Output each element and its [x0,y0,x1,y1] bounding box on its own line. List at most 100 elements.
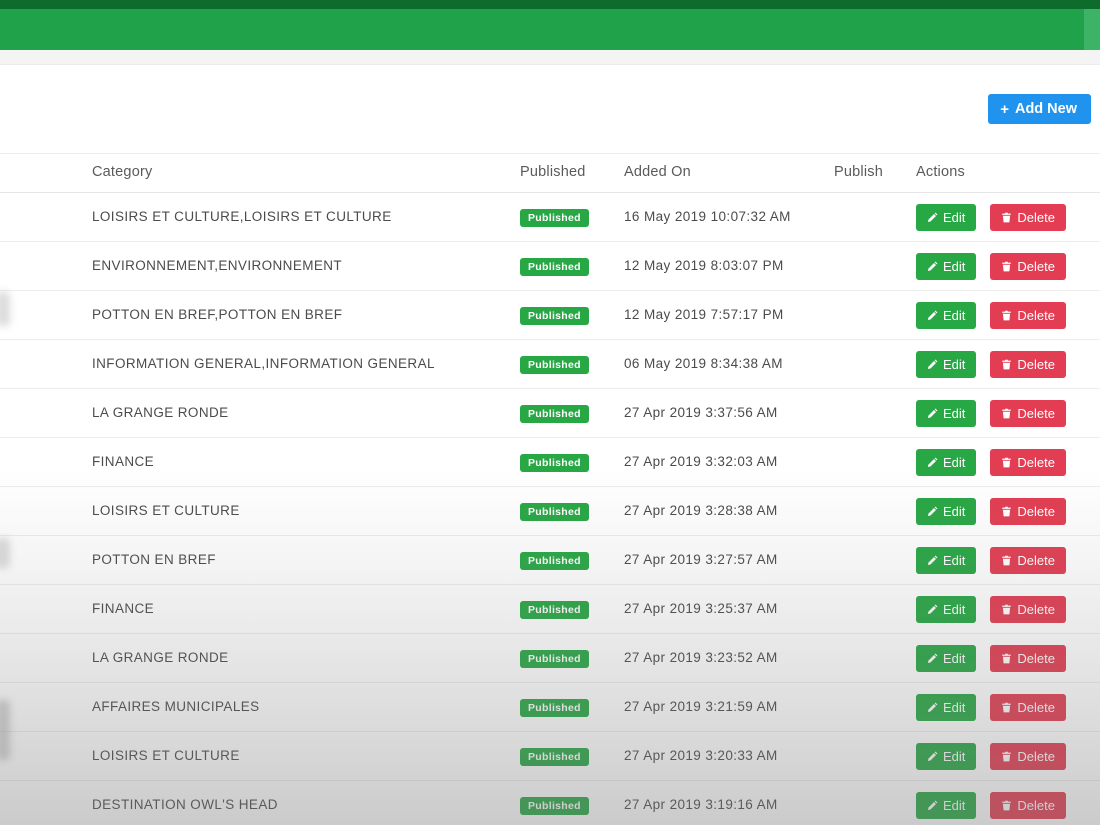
edit-icon [927,457,938,468]
header-published: Published [520,153,624,193]
table-row: INFORMATION GENERAL,INFORMATION GENERAL … [0,339,1100,389]
table-row: AFFAIRES MUNICIPALES Published 27 Apr 20… [0,682,1100,732]
edit-button[interactable]: Edit [916,546,977,574]
edit-icon [927,751,938,762]
table-row: LOISIRS ET CULTURE Published 27 Apr 2019… [0,731,1100,781]
edit-button[interactable]: Edit [916,497,977,525]
edit-icon [927,261,938,272]
delete-label: Delete [1017,454,1055,470]
actions-cell: Edit Delete [916,780,1100,825]
trash-icon [1001,310,1012,321]
actions-cell: Edit Delete [916,241,1100,291]
add-new-button[interactable]: + Add New [988,94,1091,124]
edit-button[interactable]: Edit [916,203,977,231]
delete-button[interactable]: Delete [990,497,1066,525]
edit-icon [927,653,938,664]
publish-cell [834,682,916,732]
delete-label: Delete [1017,405,1055,421]
edit-icon [927,408,938,419]
table-header: Category Published Added On Publish Acti… [0,153,1100,193]
published-badge: Published [520,502,589,521]
edit-button[interactable]: Edit [916,644,977,672]
published-cell: Published [520,388,624,438]
published-badge: Published [520,600,589,619]
added-on-date: 27 Apr 2019 3:27:57 AM [624,552,778,567]
sub-header-bar [0,50,1100,65]
delete-button[interactable]: Delete [990,399,1066,427]
published-cell: Published [520,437,624,487]
delete-button[interactable]: Delete [990,301,1066,329]
trash-icon [1001,751,1012,762]
edit-icon [927,506,938,517]
edit-label: Edit [943,209,966,225]
edit-button[interactable]: Edit [916,742,977,770]
edit-button[interactable]: Edit [916,791,977,819]
delete-button[interactable]: Delete [990,546,1066,574]
edit-label: Edit [943,797,966,813]
app-header-bar [0,9,1100,50]
table-row: ENVIRONNEMENT,ENVIRONNEMENT Published 12… [0,241,1100,291]
delete-button[interactable]: Delete [990,791,1066,819]
publish-cell [834,339,916,389]
published-cell: Published [520,682,624,732]
category-name: LA GRANGE RONDE [92,650,229,665]
edit-button[interactable]: Edit [916,448,977,476]
edit-button[interactable]: Edit [916,301,977,329]
trash-icon [1001,604,1012,615]
edit-label: Edit [943,258,966,274]
category-name: LOISIRS ET CULTURE [92,748,240,763]
trash-icon [1001,800,1012,811]
added-on-date: 06 May 2019 8:34:38 AM [624,356,783,371]
row-spacer-cell [0,290,92,340]
added-on-date: 27 Apr 2019 3:28:38 AM [624,503,778,518]
edit-icon [927,212,938,223]
added-on-date: 27 Apr 2019 3:25:37 AM [624,601,778,616]
edit-icon [927,800,938,811]
publish-cell [834,780,916,825]
delete-button[interactable]: Delete [990,448,1066,476]
edit-label: Edit [943,650,966,666]
table-row: POTTON EN BREF Published 27 Apr 2019 3:2… [0,535,1100,585]
delete-button[interactable]: Delete [990,693,1066,721]
content-area: + Add New Category Published Added On Pu… [0,65,1100,825]
delete-button[interactable]: Delete [990,252,1066,280]
header-corner-block [1084,9,1100,50]
trash-icon [1001,702,1012,713]
actions-cell: Edit Delete [916,388,1100,438]
row-spacer-cell [0,584,92,634]
trash-icon [1001,555,1012,566]
publish-cell [834,192,916,242]
category-cell: INFORMATION GENERAL,INFORMATION GENERAL [92,339,520,389]
actions-cell: Edit Delete [916,682,1100,732]
published-cell: Published [520,486,624,536]
trash-icon [1001,212,1012,223]
added-on-date: 27 Apr 2019 3:32:03 AM [624,454,778,469]
published-cell: Published [520,192,624,242]
edit-button[interactable]: Edit [916,252,977,280]
edit-button[interactable]: Edit [916,693,977,721]
table-row: LA GRANGE RONDE Published 27 Apr 2019 3:… [0,388,1100,438]
add-new-label: Add New [1014,101,1077,117]
edit-button[interactable]: Edit [916,350,977,378]
delete-label: Delete [1017,307,1055,323]
added-on-cell: 27 Apr 2019 3:25:37 AM [624,584,834,634]
delete-label: Delete [1017,699,1055,715]
edit-button[interactable]: Edit [916,399,977,427]
published-cell: Published [520,241,624,291]
row-spacer-cell [0,780,92,825]
delete-button[interactable]: Delete [990,350,1066,378]
header-publish: Publish [834,153,916,193]
publish-cell [834,290,916,340]
table-row: LA GRANGE RONDE Published 27 Apr 2019 3:… [0,633,1100,683]
category-name: FINANCE [92,454,155,469]
published-badge: Published [520,453,589,472]
added-on-cell: 27 Apr 2019 3:23:52 AM [624,633,834,683]
edit-button[interactable]: Edit [916,595,977,623]
delete-button[interactable]: Delete [990,742,1066,770]
delete-button[interactable]: Delete [990,595,1066,623]
publish-cell [834,437,916,487]
category-cell: ENVIRONNEMENT,ENVIRONNEMENT [92,241,520,291]
published-badge: Published [520,257,589,276]
delete-button[interactable]: Delete [990,644,1066,672]
delete-button[interactable]: Delete [990,203,1066,231]
